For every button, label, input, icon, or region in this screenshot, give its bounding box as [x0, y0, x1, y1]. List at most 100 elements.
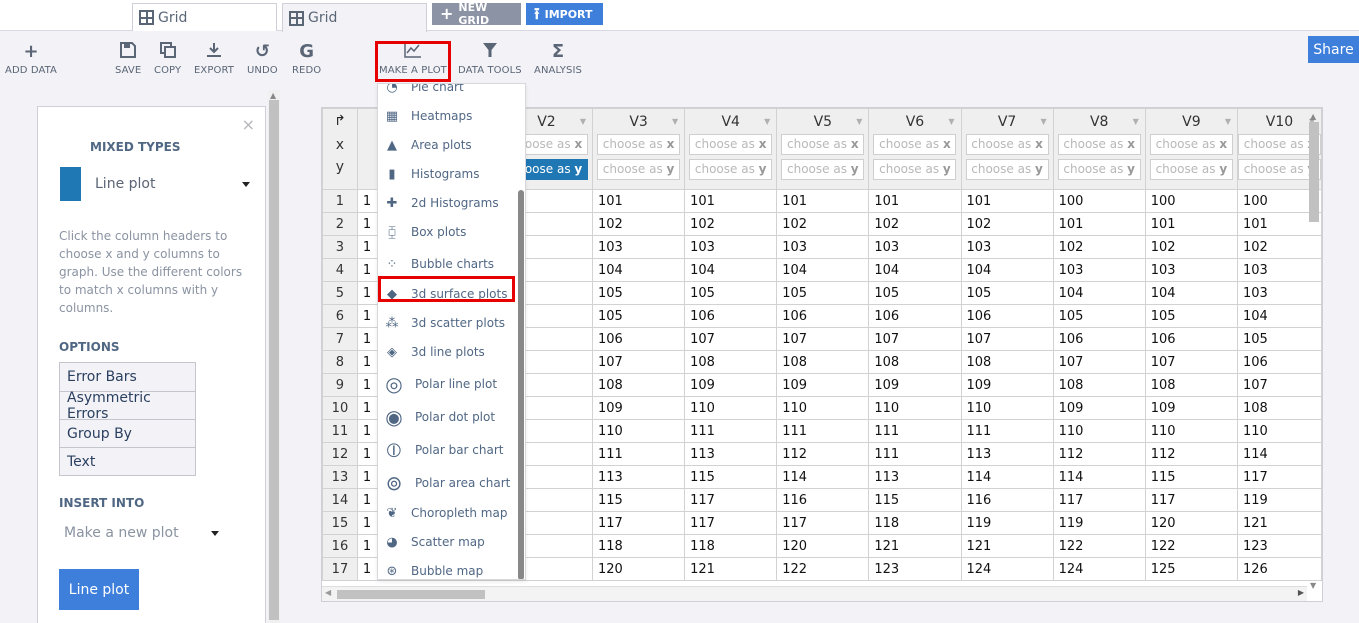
choose-x-button[interactable]: choose as x: [1057, 134, 1141, 155]
grid-cell[interactable]: 100: [1144, 189, 1239, 213]
grid-cell[interactable]: 111: [868, 419, 962, 443]
column-menu-icon[interactable]: ▼: [948, 117, 954, 126]
grid-cell[interactable]: 118: [591, 534, 686, 558]
create-plot-button[interactable]: Line plot: [59, 569, 139, 610]
row-number[interactable]: 15: [322, 511, 358, 535]
choose-y-button[interactable]: choose as y: [965, 159, 1049, 180]
grid-cell[interactable]: 121: [960, 534, 1054, 558]
row-number[interactable]: 11: [322, 419, 358, 443]
grid-cell[interactable]: 120: [776, 534, 870, 558]
grid-cell[interactable]: 106: [776, 304, 870, 328]
grid-cell[interactable]: 107: [1052, 350, 1146, 374]
grid-cell[interactable]: 103: [684, 235, 778, 259]
row-number[interactable]: 4: [322, 258, 358, 282]
scroll-left-icon[interactable]: ◀: [325, 588, 331, 597]
grid-cell[interactable]: 102: [868, 212, 962, 236]
grid-cell[interactable]: 105: [1144, 304, 1239, 328]
grid-cell[interactable]: 115: [591, 488, 686, 512]
grid-cell[interactable]: 111: [776, 419, 870, 443]
redo-button[interactable]: G REDO: [292, 42, 321, 77]
grid-cell[interactable]: 110: [591, 419, 686, 443]
grid-cell[interactable]: 103: [1052, 258, 1146, 282]
grid-cell[interactable]: 110: [1052, 419, 1146, 443]
grid-cell[interactable]: 101: [1144, 212, 1239, 236]
grid-cell[interactable]: 120: [1144, 511, 1239, 535]
grid-cell[interactable]: 108: [1052, 373, 1146, 397]
grid-cell[interactable]: 107: [591, 350, 686, 374]
choose-y-button[interactable]: choose as y: [1057, 159, 1141, 180]
export-button[interactable]: EXPORT: [194, 42, 234, 76]
choose-y-button[interactable]: choose as y: [689, 159, 773, 180]
grid-cell[interactable]: 102: [960, 212, 1054, 236]
data-tools-button[interactable]: DATA TOOLS: [458, 42, 522, 76]
menu-item-2d-histograms[interactable]: ✚ 2d Histograms: [381, 193, 499, 213]
grid-cell[interactable]: 117: [1052, 488, 1146, 512]
scrollbar-thumb[interactable]: [1309, 122, 1319, 222]
grid-cell[interactable]: 101: [684, 189, 778, 213]
grid-cell[interactable]: 105: [591, 304, 686, 328]
choose-y-button[interactable]: choose as y: [597, 159, 681, 180]
grid-cell[interactable]: 106: [1052, 327, 1146, 351]
column-header[interactable]: V7 ▼ choose as x choose as y: [960, 108, 1054, 190]
grid-cell[interactable]: 118: [868, 511, 962, 535]
chevron-down-icon[interactable]: [211, 531, 219, 536]
grid-cell[interactable]: 121: [684, 557, 778, 581]
grid-cell[interactable]: 102: [591, 212, 686, 236]
grid-cell[interactable]: 103: [1144, 258, 1239, 282]
column-header[interactable]: V6 ▼ choose as x choose as y: [868, 108, 962, 190]
trace-color-swatch[interactable]: [60, 167, 81, 201]
choose-y-button[interactable]: choose as y: [1149, 159, 1233, 180]
menu-item-polar-bar-chart[interactable]: ⦶ Polar bar chart: [381, 438, 504, 462]
grid-cell[interactable]: 108: [1144, 373, 1239, 397]
scroll-down-icon[interactable]: ▼: [1310, 581, 1316, 590]
scrollbar-thumb[interactable]: [269, 100, 279, 620]
grid-cell[interactable]: 110: [960, 396, 1054, 420]
grid-cell[interactable]: 105: [868, 281, 962, 305]
menu-item-histograms[interactable]: ▮ Histograms: [381, 164, 479, 184]
grid-cell[interactable]: 104: [684, 258, 778, 282]
grid-cell[interactable]: 101: [1052, 212, 1146, 236]
grid-cell[interactable]: 113: [960, 442, 1054, 466]
menu-item-bubble-map[interactable]: ⊛ Bubble map: [381, 561, 484, 579]
column-header[interactable]: V4 ▼ choose as x choose as y: [684, 108, 778, 190]
grid-cell[interactable]: 112: [1144, 442, 1239, 466]
grid-cell[interactable]: 114: [776, 465, 870, 489]
row-number[interactable]: 7: [322, 327, 358, 351]
grid-cell[interactable]: 107: [776, 327, 870, 351]
grid-cell[interactable]: 102: [776, 212, 870, 236]
menu-item-polar-line-plot[interactable]: ◎ Polar line plot: [381, 372, 497, 396]
column-name[interactable]: V6: [869, 114, 960, 130]
grid-cell[interactable]: 113: [684, 442, 778, 466]
menu-item-3d-line-plots[interactable]: ◈ 3d line plots: [381, 342, 485, 362]
grid-cell[interactable]: 113: [591, 465, 686, 489]
grid-cell[interactable]: 124: [1052, 557, 1146, 581]
grid-cell[interactable]: 110: [868, 396, 962, 420]
grid-horizontal-scrollbar[interactable]: ◀ ▶: [322, 586, 1307, 601]
column-menu-icon[interactable]: ▼: [672, 117, 678, 126]
grid-cell[interactable]: 114: [960, 465, 1054, 489]
grid-cell[interactable]: 108: [591, 373, 686, 397]
row-number[interactable]: 8: [322, 350, 358, 374]
grid-cell[interactable]: 117: [684, 488, 778, 512]
row-number[interactable]: 12: [322, 442, 358, 466]
menu-item-polar-dot-plot[interactable]: ◉ Polar dot plot: [381, 405, 495, 429]
grid-cell[interactable]: 115: [868, 488, 962, 512]
column-name[interactable]: V9: [1146, 114, 1237, 130]
grid-cell[interactable]: 111: [591, 442, 686, 466]
grid-cell[interactable]: 105: [684, 281, 778, 305]
insert-into-select[interactable]: Make a new plot: [64, 525, 179, 541]
choose-y-button[interactable]: choose as y: [873, 159, 957, 180]
grid-cell[interactable]: 109: [776, 373, 870, 397]
menu-scrollbar[interactable]: [518, 190, 524, 579]
grid-cell[interactable]: 109: [684, 373, 778, 397]
menu-item-bubble-charts[interactable]: ⁘ Bubble charts: [381, 254, 495, 274]
row-number[interactable]: 5: [322, 281, 358, 305]
column-header[interactable]: V5 ▼ choose as x choose as y: [776, 108, 870, 190]
grid-cell[interactable]: 122: [1052, 534, 1146, 558]
grid-cell[interactable]: 109: [591, 396, 686, 420]
grid-cell[interactable]: 115: [1144, 465, 1239, 489]
column-header[interactable]: V8 ▼ choose as x choose as y: [1052, 108, 1146, 190]
grid-cell[interactable]: 109: [1144, 396, 1239, 420]
menu-item-choropleth-map[interactable]: ❦ Choropleth map: [381, 503, 508, 523]
grid-cell[interactable]: 111: [684, 419, 778, 443]
